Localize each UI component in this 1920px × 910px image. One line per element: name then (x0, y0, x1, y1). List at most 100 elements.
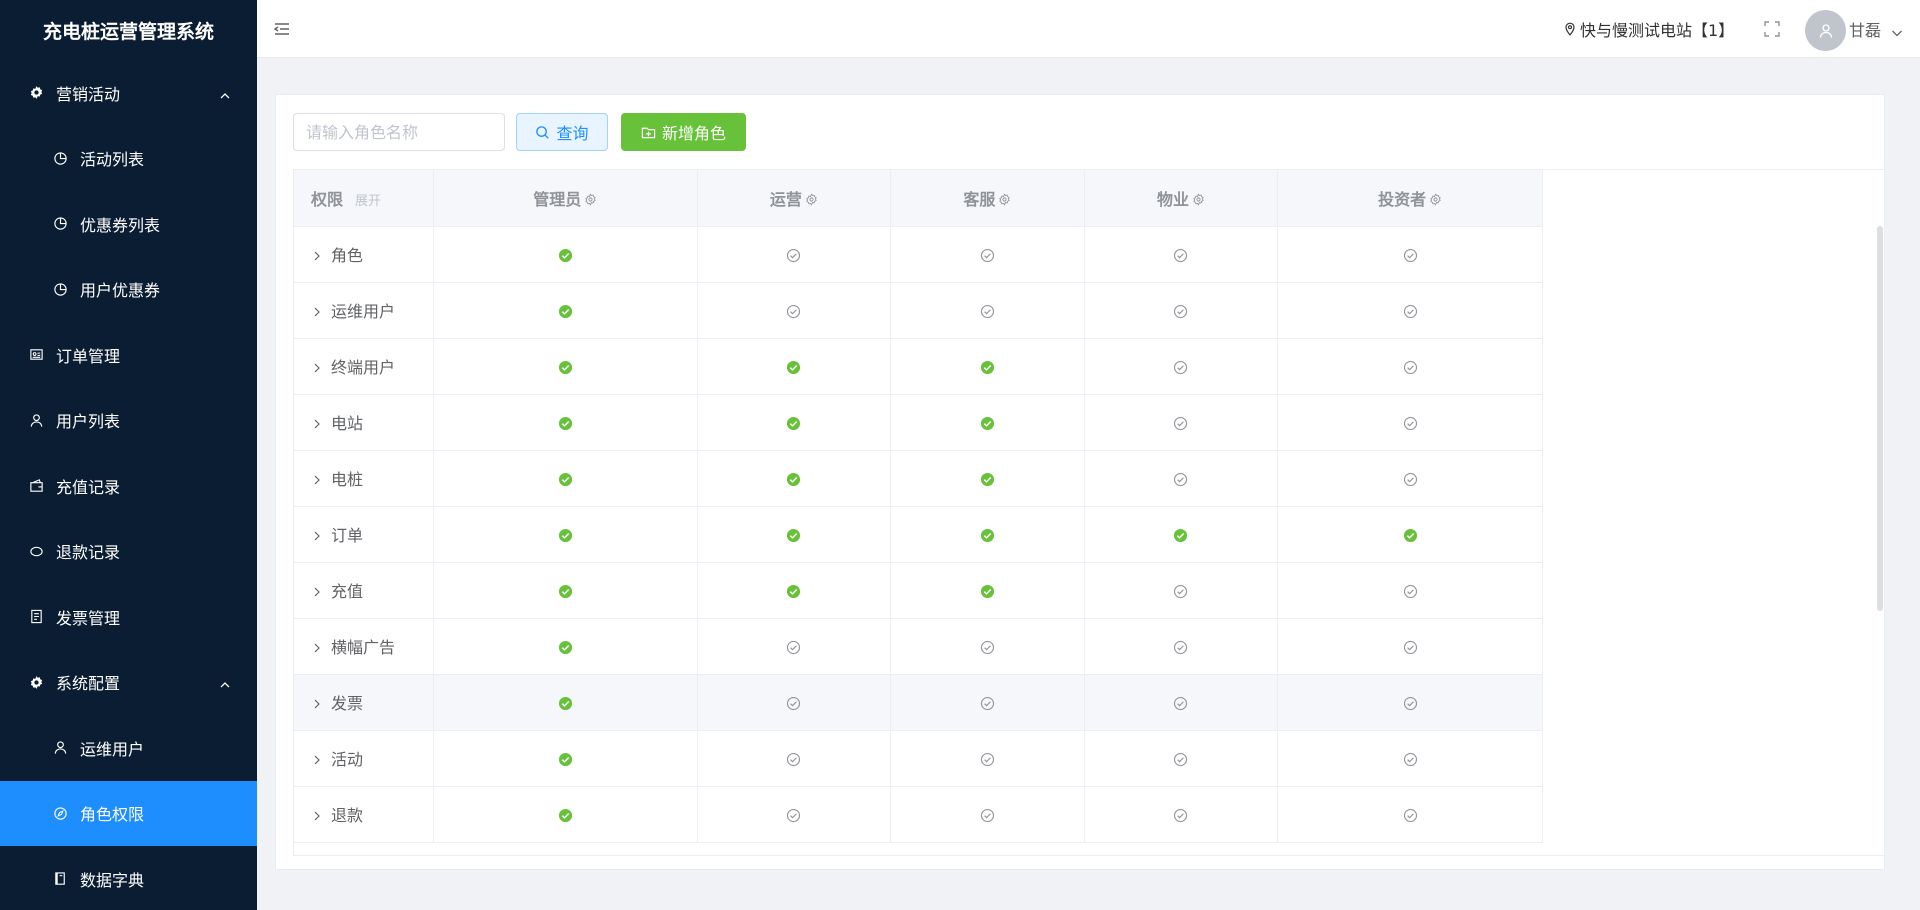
check-circle-outline-icon[interactable] (786, 304, 801, 319)
check-circle-outline-icon[interactable] (1173, 304, 1188, 319)
scroll-thumb[interactable] (1877, 226, 1883, 611)
chevron-down-icon[interactable] (1891, 24, 1903, 37)
check-circle-outline-icon[interactable] (980, 808, 995, 823)
sidebar-item-4[interactable]: 订单管理 (0, 322, 257, 388)
check-circle-filled-icon[interactable] (1173, 528, 1188, 543)
chevron-right-icon[interactable] (311, 359, 323, 373)
check-circle-outline-icon[interactable] (1173, 808, 1188, 823)
chevron-right-icon[interactable] (311, 303, 323, 317)
check-circle-filled-icon[interactable] (980, 472, 995, 487)
check-circle-filled-icon[interactable] (1403, 528, 1418, 543)
permission-name-cell[interactable]: 电桩 (294, 450, 434, 507)
permission-name-cell[interactable]: 角色 (294, 226, 434, 283)
avatar[interactable] (1805, 10, 1846, 51)
check-circle-filled-icon[interactable] (980, 584, 995, 599)
check-circle-outline-icon[interactable] (1403, 248, 1418, 263)
check-circle-outline-icon[interactable] (1403, 416, 1418, 431)
check-circle-outline-icon[interactable] (980, 696, 995, 711)
check-circle-outline-icon[interactable] (1173, 696, 1188, 711)
sidebar-item-1[interactable]: 活动列表 (0, 126, 257, 192)
check-circle-filled-icon[interactable] (786, 584, 801, 599)
add-role-button[interactable]: 新增角色 (621, 113, 746, 151)
check-circle-filled-icon[interactable] (980, 360, 995, 375)
check-circle-outline-icon[interactable] (1173, 472, 1188, 487)
chevron-right-icon[interactable] (311, 415, 323, 429)
sidebar-item-5[interactable]: 用户列表 (0, 388, 257, 454)
sidebar-item-2[interactable]: 优惠券列表 (0, 191, 257, 257)
sidebar-item-7[interactable]: 退款记录 (0, 519, 257, 585)
user-name[interactable]: 甘磊 (1849, 0, 1881, 58)
check-circle-outline-icon[interactable] (980, 752, 995, 767)
permission-name-cell[interactable]: 电站 (294, 394, 434, 451)
station-selector[interactable]: 快与慢测试电站【1】 (1563, 0, 1734, 58)
permission-name-cell[interactable]: 充值 (294, 562, 434, 619)
check-circle-filled-icon[interactable] (786, 472, 801, 487)
check-circle-outline-icon[interactable] (980, 248, 995, 263)
check-circle-outline-icon[interactable] (1403, 472, 1418, 487)
check-circle-filled-icon[interactable] (980, 416, 995, 431)
sidebar-item-11[interactable]: 角色权限 (0, 780, 257, 846)
check-circle-outline-icon[interactable] (1403, 304, 1418, 319)
chevron-right-icon[interactable] (311, 639, 323, 653)
role-search-input[interactable] (293, 113, 505, 151)
chevron-right-icon[interactable] (311, 751, 323, 765)
chevron-right-icon[interactable] (311, 247, 323, 261)
chevron-right-icon[interactable] (311, 471, 323, 485)
check-circle-filled-icon[interactable] (786, 360, 801, 375)
query-button[interactable]: 查询 (516, 113, 608, 151)
check-circle-outline-icon[interactable] (786, 696, 801, 711)
check-circle-outline-icon[interactable] (1403, 584, 1418, 599)
check-circle-outline-icon[interactable] (980, 640, 995, 655)
chevron-right-icon[interactable] (311, 583, 323, 597)
table-scrollbar[interactable] (1876, 226, 1884, 855)
permission-name-cell[interactable]: 活动 (294, 730, 434, 787)
check-circle-outline-icon[interactable] (1173, 584, 1188, 599)
sidebar-item-10[interactable]: 运维用户 (0, 715, 257, 781)
chevron-right-icon[interactable] (311, 807, 323, 821)
role-settings-icon[interactable] (998, 193, 1011, 206)
check-circle-outline-icon[interactable] (1403, 360, 1418, 375)
check-circle-filled-icon[interactable] (558, 472, 573, 487)
check-circle-outline-icon[interactable] (786, 808, 801, 823)
permission-name-cell[interactable]: 终端用户 (294, 338, 434, 395)
role-settings-icon[interactable] (584, 193, 597, 206)
check-circle-outline-icon[interactable] (1173, 640, 1188, 655)
check-circle-filled-icon[interactable] (786, 416, 801, 431)
sidebar-item-6[interactable]: 充值记录 (0, 453, 257, 519)
check-circle-outline-icon[interactable] (1403, 752, 1418, 767)
check-circle-filled-icon[interactable] (558, 304, 573, 319)
check-circle-outline-icon[interactable] (1173, 248, 1188, 263)
check-circle-filled-icon[interactable] (980, 528, 995, 543)
check-circle-filled-icon[interactable] (558, 248, 573, 263)
sidebar-item-8[interactable]: 发票管理 (0, 584, 257, 650)
check-circle-filled-icon[interactable] (558, 416, 573, 431)
check-circle-outline-icon[interactable] (1403, 640, 1418, 655)
check-circle-outline-icon[interactable] (1173, 752, 1188, 767)
chevron-right-icon[interactable] (311, 527, 323, 541)
permission-name-cell[interactable]: 发票 (294, 674, 434, 731)
check-circle-filled-icon[interactable] (558, 696, 573, 711)
check-circle-filled-icon[interactable] (558, 528, 573, 543)
check-circle-filled-icon[interactable] (786, 528, 801, 543)
role-settings-icon[interactable] (1192, 193, 1205, 206)
permission-name-cell[interactable]: 横幅广告 (294, 618, 434, 675)
sidebar-item-9[interactable]: 系统配置 (0, 650, 257, 716)
check-circle-filled-icon[interactable] (558, 640, 573, 655)
chevron-right-icon[interactable] (311, 695, 323, 709)
menu-fold-icon[interactable] (273, 20, 291, 38)
check-circle-outline-icon[interactable] (786, 752, 801, 767)
check-circle-filled-icon[interactable] (558, 360, 573, 375)
check-circle-outline-icon[interactable] (1173, 416, 1188, 431)
role-settings-icon[interactable] (805, 193, 818, 206)
check-circle-filled-icon[interactable] (558, 752, 573, 767)
check-circle-filled-icon[interactable] (558, 584, 573, 599)
check-circle-outline-icon[interactable] (786, 640, 801, 655)
check-circle-outline-icon[interactable] (1403, 696, 1418, 711)
sidebar-item-12[interactable]: 数据字典 (0, 846, 257, 910)
check-circle-outline-icon[interactable] (786, 248, 801, 263)
check-circle-outline-icon[interactable] (980, 304, 995, 319)
sidebar-item-0[interactable]: 营销活动 (0, 60, 257, 126)
fullscreen-icon[interactable] (1764, 21, 1780, 37)
check-circle-outline-icon[interactable] (1403, 808, 1418, 823)
expand-all-link[interactable]: 展开 (355, 194, 381, 209)
